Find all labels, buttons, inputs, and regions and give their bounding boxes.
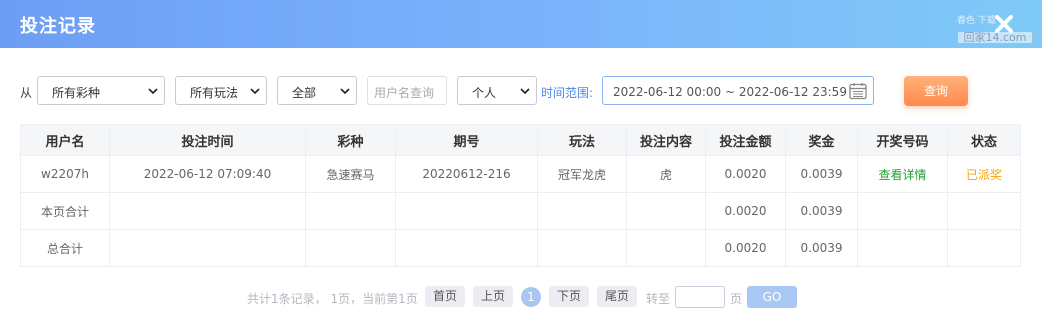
play-select[interactable]: 所有玩法	[175, 76, 267, 105]
column-header: 玩法	[537, 124, 627, 156]
lottery-select-value: 所有彩种	[52, 86, 101, 100]
column-header: 投注内容	[626, 124, 706, 156]
cell-lottery: 急速赛马	[305, 155, 396, 193]
view-details-link[interactable]: 查看详情	[878, 168, 926, 182]
empty-cell	[109, 192, 306, 230]
username-search-input[interactable]: 用户名查询	[367, 76, 447, 105]
empty-cell	[947, 192, 1021, 230]
current-page-button[interactable]: 1	[521, 287, 541, 307]
from-label: 从	[20, 86, 33, 100]
column-header: 彩种	[305, 124, 396, 156]
column-header: 开奖号码	[857, 124, 948, 156]
grand-total-row: 总合计 0.0020 0.0039	[20, 229, 1021, 267]
status-select-value: 全部	[292, 86, 317, 100]
cell-play: 冠军龙虎	[537, 155, 627, 193]
page-total-prize: 0.0039	[785, 192, 858, 230]
username-search-placeholder: 用户名查询	[374, 86, 435, 100]
cell-prize: 0.0039	[785, 155, 858, 193]
empty-cell	[395, 229, 538, 267]
column-header: 期号	[395, 124, 538, 156]
page-total-amount: 0.0020	[705, 192, 786, 230]
page-unit-label: 页	[730, 292, 743, 306]
column-header: 投注金额	[705, 124, 786, 156]
empty-cell	[305, 229, 396, 267]
date-range-picker[interactable]: 2022-06-12 00:00 ~ 2022-06-12 23:59	[602, 76, 874, 105]
empty-cell	[947, 229, 1021, 267]
chevron-down-icon	[520, 88, 530, 95]
table-header-row: 用户名 投注时间 彩种 期号 玩法 投注内容 投注金额 奖金 开奖号码 状态	[20, 124, 1021, 156]
pagination: 共计1条记录， 1页，当前第1页 首页 上页 1 下页 尾页 转至 页 GO	[0, 286, 1042, 308]
chevron-down-icon	[148, 88, 158, 95]
first-page-button[interactable]: 首页	[425, 286, 465, 307]
prev-page-button[interactable]: 上页	[473, 286, 513, 307]
dialog-header: 投注记录 春色 下载 回家14.com	[0, 0, 1042, 48]
last-page-button[interactable]: 尾页	[597, 286, 637, 307]
page-total-row: 本页合计 0.0020 0.0039	[20, 192, 1021, 230]
pagination-summary: 共计1条记录， 1页，当前第1页	[247, 292, 418, 306]
status-select[interactable]: 全部	[277, 76, 357, 105]
go-button[interactable]: GO	[747, 286, 797, 308]
close-icon[interactable]	[990, 10, 1018, 38]
goto-label: 转至	[646, 292, 671, 306]
page-total-label: 本页合计	[20, 192, 110, 230]
grand-total-label: 总合计	[20, 229, 110, 267]
calendar-icon[interactable]	[848, 81, 868, 101]
cell-issue: 20220612-216	[395, 155, 538, 193]
column-header: 奖金	[785, 124, 858, 156]
cell-username: w2207h	[20, 155, 110, 193]
cell-status: 已派奖	[947, 155, 1021, 193]
empty-cell	[857, 229, 948, 267]
filter-bar: 从 所有彩种 所有玩法 全部 用户名查询 个人 时间范围: 2022-06-12…	[0, 76, 1042, 106]
column-header: 用户名	[20, 124, 110, 156]
query-button[interactable]: 查询	[904, 76, 968, 106]
page-number-input[interactable]	[675, 286, 725, 308]
empty-cell	[395, 192, 538, 230]
empty-cell	[109, 229, 306, 267]
grand-total-prize: 0.0039	[785, 229, 858, 267]
lottery-select[interactable]: 所有彩种	[37, 76, 165, 105]
grand-total-amount: 0.0020	[705, 229, 786, 267]
bet-records-table: 用户名 投注时间 彩种 期号 玩法 投注内容 投注金额 奖金 开奖号码 状态 w…	[20, 124, 1021, 267]
next-page-button[interactable]: 下页	[549, 286, 589, 307]
chevron-down-icon	[250, 88, 260, 95]
cell-draw-numbers: 查看详情	[857, 155, 948, 193]
empty-cell	[626, 192, 706, 230]
empty-cell	[626, 229, 706, 267]
column-header: 投注时间	[109, 124, 306, 156]
time-range-label: 时间范围:	[541, 86, 594, 100]
empty-cell	[537, 192, 627, 230]
chevron-down-icon	[340, 88, 350, 95]
cell-bet-time: 2022-06-12 07:09:40	[109, 155, 306, 193]
empty-cell	[537, 229, 627, 267]
table-row: w2207h 2022-06-12 07:09:40 急速赛马 20220612…	[20, 155, 1021, 193]
dialog-title: 投注记录	[20, 16, 96, 37]
status-badge: 已派奖	[965, 167, 1002, 182]
empty-cell	[857, 192, 948, 230]
cell-content: 虎	[626, 155, 706, 193]
scope-select[interactable]: 个人	[457, 76, 537, 105]
scope-select-value: 个人	[472, 86, 497, 100]
column-header: 状态	[947, 124, 1021, 156]
play-select-value: 所有玩法	[190, 86, 239, 100]
empty-cell	[305, 192, 396, 230]
cell-amount: 0.0020	[705, 155, 786, 193]
date-range-value: 2022-06-12 00:00 ~ 2022-06-12 23:59	[613, 85, 847, 99]
